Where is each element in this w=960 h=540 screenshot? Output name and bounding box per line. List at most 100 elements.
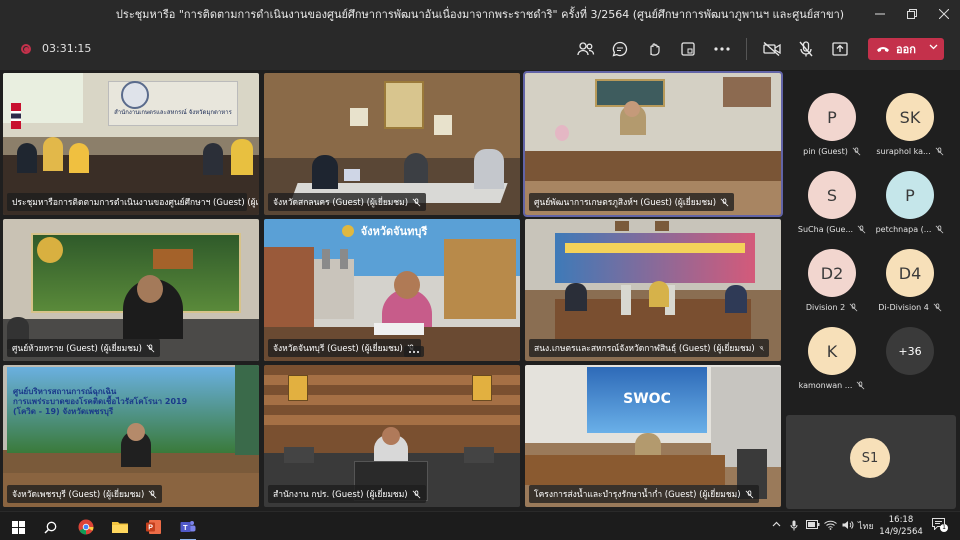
self-avatar: S1	[850, 438, 890, 478]
volume-tray-icon[interactable]	[842, 520, 854, 533]
teams-taskbar-button[interactable]: T	[176, 516, 200, 540]
mic-off-icon	[745, 489, 753, 498]
restore-button[interactable]	[896, 0, 928, 28]
mic-off-icon	[935, 147, 944, 156]
participant-avatar-item[interactable]: SK suraphol ka...	[870, 93, 950, 156]
more-participants-button[interactable]: +36	[870, 327, 950, 375]
participant-avatar-item[interactable]: P petchnapa (...	[870, 171, 950, 234]
system-clock[interactable]: 16:18 14/9/2564	[878, 514, 924, 538]
participant-name-label: ประชุมหารือการติดตามการดำเนินงานของศูนย์…	[7, 193, 259, 211]
video-tile[interactable]: สำนักงานเกษตรและสหกรณ์ จังหวัดมุกดาหาร ป…	[3, 73, 259, 215]
participant-name-label: สนง.เกษตรและสหกรณ์จังหวัดกาฬสินธุ์ (Gues…	[529, 339, 769, 357]
participant-label: Di-Division 4	[878, 303, 929, 312]
window-controls	[864, 0, 960, 28]
mic-off-icon	[759, 345, 764, 351]
avatar: K	[808, 327, 856, 375]
search-icon	[43, 521, 56, 534]
recording-icon	[21, 44, 31, 54]
video-tile[interactable]: สนง.เกษตรและสหกรณ์จังหวัดกาฬสินธุ์ (Gues…	[525, 219, 781, 361]
breakout-rooms-button[interactable]	[678, 39, 698, 59]
avatar: SK	[886, 93, 934, 141]
self-preview[interactable]: S1	[786, 415, 956, 509]
input-language[interactable]: ไทย	[858, 519, 874, 533]
avatar: D4	[886, 249, 934, 297]
close-button[interactable]	[928, 0, 960, 28]
svg-text:P: P	[148, 525, 153, 532]
poster-line-1: ศูนย์บริหารสถานการณ์ฉุกเฉิน	[13, 387, 117, 396]
share-icon	[832, 42, 848, 56]
notifications-button[interactable]: 1	[932, 518, 948, 533]
video-tile[interactable]: ศูนย์ห้วยทราย (Guest) (ผู้เยี่ยมชม)	[3, 219, 259, 361]
battery-tray-icon[interactable]	[806, 520, 820, 532]
participant-avatar-item[interactable]: P pin (Guest)	[792, 93, 872, 156]
search-button[interactable]	[38, 516, 62, 538]
camera-toggle-button[interactable]	[762, 39, 782, 59]
participant-avatar-item[interactable]: K kamonwan ...	[792, 327, 872, 390]
tile-more-options-button[interactable]	[404, 346, 424, 357]
reactions-button[interactable]	[644, 39, 664, 59]
clock-time: 16:18	[888, 515, 914, 525]
participant-name-label: โครงการส่งน้ำและบำรุงรักษาน้ำก่ำ (Guest)…	[529, 485, 759, 503]
more-actions-button[interactable]	[712, 39, 732, 59]
avatar: D2	[808, 249, 856, 297]
mic-off-icon	[720, 197, 729, 206]
start-button[interactable]	[6, 516, 30, 538]
video-tile[interactable]: จังหวัดสกลนคร (Guest) (ผู้เยี่ยมชม)	[264, 73, 520, 215]
participant-avatar-item[interactable]: D2 Division 2	[792, 249, 872, 312]
chrome-taskbar-button[interactable]	[74, 516, 98, 538]
rooms-icon	[681, 42, 695, 56]
participant-label: Division 2	[805, 303, 846, 312]
powerpoint-icon: P	[146, 520, 161, 534]
toolbar-divider	[746, 38, 747, 60]
participants-button[interactable]	[576, 39, 596, 59]
mic-off-icon	[857, 381, 865, 390]
avatar: S	[808, 171, 856, 219]
video-tile-active-speaker[interactable]: ศูนย์พัฒนาการเกษตรภูสิงห์ฯ (Guest) (ผู้เ…	[523, 71, 783, 217]
participant-name-label: สำนักงาน กปร. (Guest) (ผู้เยี่ยมชม)	[268, 485, 426, 503]
participant-label: petchnapa (...	[875, 225, 932, 234]
participant-label: pin (Guest)	[803, 147, 848, 156]
participant-name-label: ศูนย์พัฒนาการเกษตรภูสิงห์ฯ (Guest) (ผู้เ…	[529, 193, 735, 211]
mic-toggle-button[interactable]	[796, 39, 816, 59]
leave-button[interactable]: ออก	[868, 38, 944, 60]
share-screen-button[interactable]	[830, 39, 850, 59]
mic-off-icon	[412, 197, 421, 206]
participant-name-label: จังหวัดจันทบุรี (Guest) (ผู้เยี่ยมชม)	[268, 339, 421, 357]
raise-hand-icon	[650, 43, 660, 56]
tray-overflow-icon[interactable]	[772, 520, 781, 530]
participant-name-label: ศูนย์ห้วยทราย (Guest) (ผู้เยี่ยมชม)	[7, 339, 160, 357]
office-sign: สำนักงานเกษตรและสหกรณ์ จังหวัดมุกดาหาร	[114, 109, 232, 116]
folder-icon	[112, 522, 128, 533]
minimize-button[interactable]	[864, 0, 896, 28]
mic-off-icon	[412, 489, 421, 498]
mic-off-icon	[849, 303, 858, 312]
wifi-tray-icon[interactable]	[824, 520, 837, 533]
avatar: P	[808, 93, 856, 141]
powerpoint-taskbar-button[interactable]: P	[142, 516, 166, 538]
chevron-down-icon[interactable]	[929, 42, 938, 54]
participant-avatar-item[interactable]: D4 Di-Division 4	[870, 249, 950, 312]
meeting-toolbar: 03:31:15 ออก	[0, 28, 960, 70]
close-icon	[939, 9, 949, 19]
video-tile[interactable]: SWOC โครงการส่งน้ำและบำรุงรักษาน้ำก่ำ (G…	[525, 365, 781, 507]
participant-name-label: จังหวัดเพชรบุรี (Guest) (ผู้เยี่ยมชม)	[7, 485, 163, 503]
title-bar: ประชุมหารือ "การติดตามการดำเนินงานของศูน…	[0, 0, 960, 28]
video-tile[interactable]: สำนักงาน กปร. (Guest) (ผู้เยี่ยมชม)	[264, 365, 520, 507]
participant-avatar-item[interactable]: S SuCha (Gue...	[792, 171, 872, 234]
video-tile[interactable]: จังหวัดจันทบุรี จังหวัดจันทบุรี (Guest) …	[264, 219, 520, 361]
mic-off-icon	[148, 489, 157, 498]
chat-button[interactable]	[610, 39, 630, 59]
mic-off-icon	[146, 343, 155, 352]
more-icon	[714, 47, 730, 51]
microphone-tray-icon[interactable]	[790, 520, 798, 534]
avatar: P	[886, 171, 934, 219]
windows-taskbar: P T ไทย 16:18 14/9/2564 1	[0, 511, 960, 540]
file-explorer-taskbar-button[interactable]	[108, 516, 132, 538]
clock-date: 14/9/2564	[879, 527, 923, 537]
chat-icon	[612, 41, 628, 57]
video-tile[interactable]: ศูนย์บริหารสถานการณ์ฉุกเฉิน การแพร่ระบาด…	[3, 365, 259, 507]
minimize-icon	[875, 13, 885, 15]
chrome-icon	[78, 519, 94, 535]
hang-up-icon	[877, 47, 889, 52]
more-icon	[409, 351, 419, 353]
